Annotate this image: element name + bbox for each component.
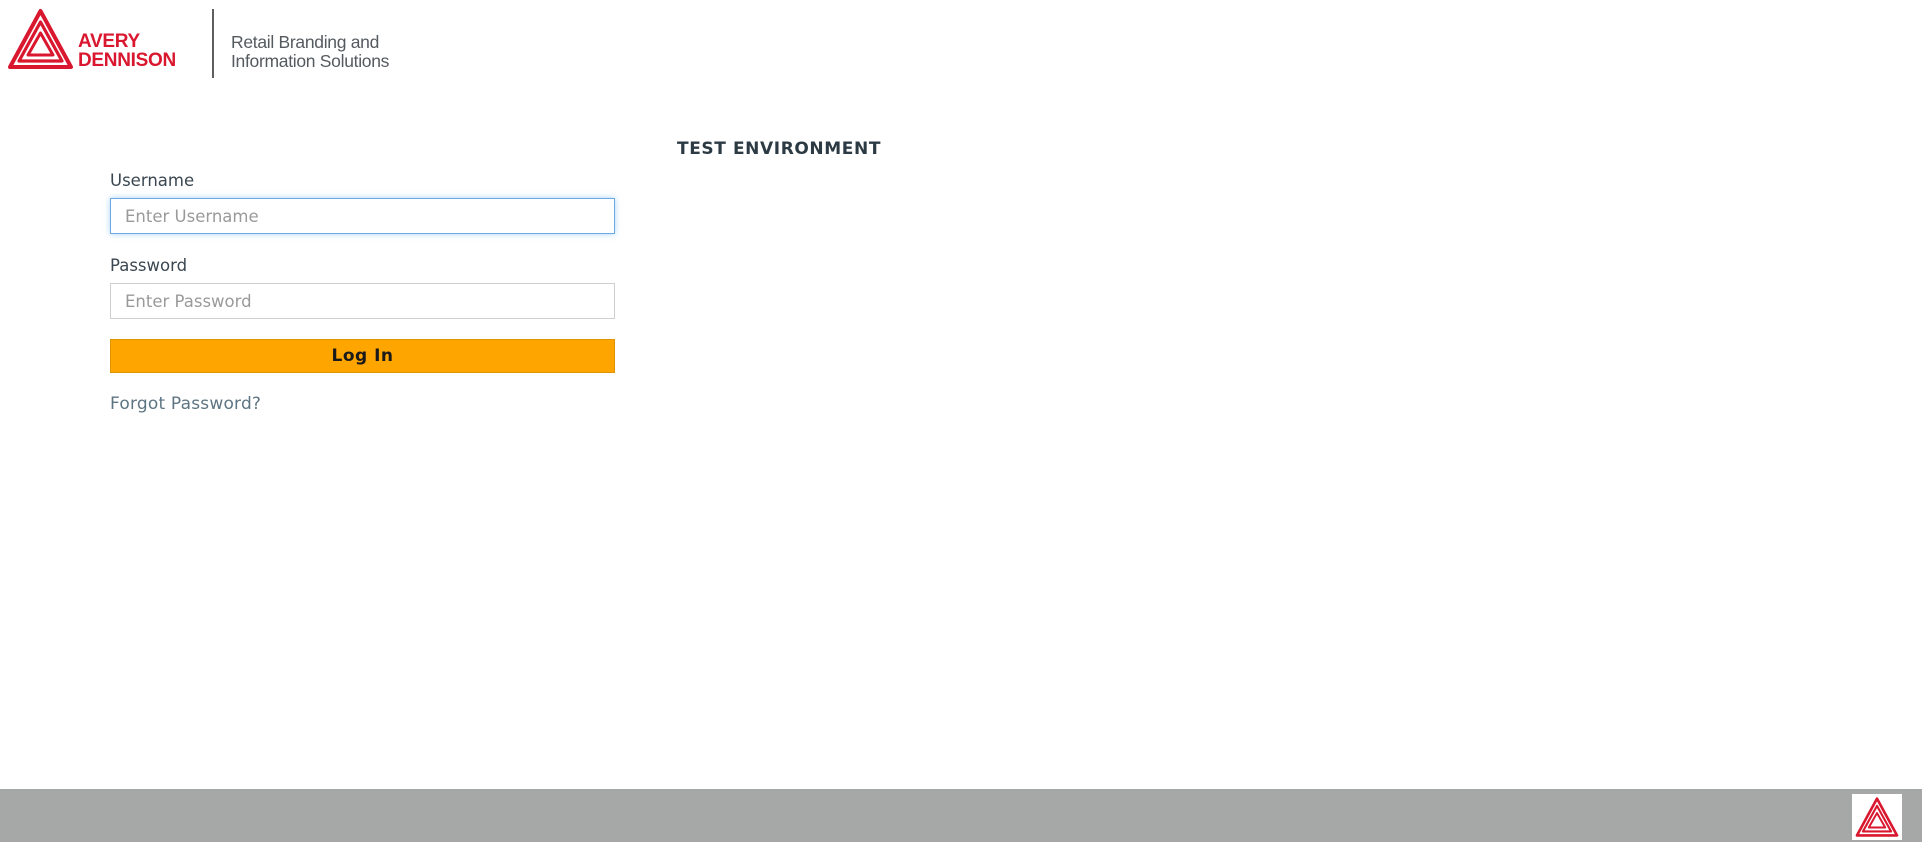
footer-logo [1852, 794, 1902, 840]
brand-name-line2: DENNISON [78, 50, 176, 71]
log-in-button[interactable]: Log In [110, 339, 615, 373]
password-input[interactable] [110, 283, 615, 319]
login-form: Username Password Log In Forgot Password… [110, 171, 616, 414]
brand-tagline-line2: Information Solutions [231, 51, 390, 71]
forgot-password-link[interactable]: Forgot Password? [110, 394, 261, 414]
brand-tagline: Retail Branding and Information Solution… [231, 33, 389, 71]
username-input[interactable] [110, 198, 615, 234]
avery-dennison-triangle-icon [1855, 797, 1899, 837]
password-label: Password [110, 256, 188, 275]
username-group: Username [110, 171, 616, 234]
site-header: AVERY DENNISON Retail Branding and Infor… [0, 0, 1922, 90]
avery-dennison-logo-icon [8, 9, 73, 69]
login-page: AVERY DENNISON Retail Branding and Infor… [0, 0, 1922, 842]
brand-name: AVERY DENNISON [78, 32, 176, 70]
username-label: Username [110, 171, 195, 190]
brand-name-line1: AVERY [78, 31, 140, 52]
brand-tagline-line1: Retail Branding and [231, 32, 380, 52]
logo-divider [212, 9, 214, 78]
site-footer [0, 789, 1922, 842]
password-group: Password [110, 256, 616, 319]
environment-banner: TEST ENVIRONMENT [677, 139, 882, 159]
